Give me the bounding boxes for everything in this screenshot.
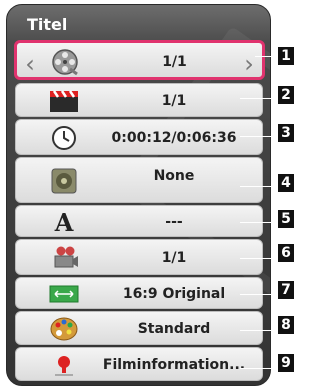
callout-line-2 <box>240 98 277 99</box>
time-value: 0:00:12/0:06:36 <box>111 130 237 146</box>
option-row-time[interactable]: 0:00:12/0:06:36 <box>15 119 263 155</box>
panel-title: Titel <box>27 15 68 34</box>
audio-value: None <box>153 168 195 184</box>
subtitle-value: --- <box>165 214 183 230</box>
callout-3: 3 <box>278 124 294 142</box>
callout-line-3 <box>240 136 277 137</box>
callout-line-8 <box>240 330 277 331</box>
callout-line-7 <box>240 294 277 295</box>
aspect-ratio-icon <box>46 282 82 306</box>
option-row-title[interactable]: ‹ 1/1 › <box>14 40 265 80</box>
subtitle-letter-icon: A <box>54 207 74 237</box>
chevron-left-icon[interactable]: ‹ <box>23 52 37 76</box>
chapter-value: 1/1 <box>161 93 187 109</box>
callout-4: 4 <box>278 174 294 192</box>
option-row-picture-mode[interactable]: Standard <box>15 311 263 345</box>
title-value: 1/1 <box>162 54 187 70</box>
callout-2: 2 <box>278 86 294 104</box>
aspect-ratio-value: 16:9 Original <box>122 286 226 302</box>
options-panel: Titel ‹ 1/1 › 1/1 0:00:12/0:06:36 None A… <box>6 4 271 386</box>
clapperboard-icon <box>46 87 82 115</box>
angle-value: 1/1 <box>161 250 187 266</box>
callout-line-1 <box>255 56 277 57</box>
speaker-icon <box>46 166 82 196</box>
option-row-subtitle[interactable]: A --- <box>15 205 263 237</box>
callout-7: 7 <box>278 281 294 299</box>
callout-9: 9 <box>278 354 294 372</box>
callout-6: 6 <box>278 244 294 262</box>
info-icon <box>46 351 82 379</box>
option-row-angle[interactable]: 1/1 <box>15 239 263 275</box>
film-reel-icon <box>47 47 83 77</box>
option-row-film-info[interactable]: Filminformation... <box>15 347 263 381</box>
callout-line-4 <box>240 186 277 187</box>
callout-line-9 <box>240 368 277 369</box>
clock-icon <box>46 124 82 152</box>
callout-8: 8 <box>278 316 294 334</box>
film-info-value: Filminformation... <box>102 357 246 373</box>
picture-mode-value: Standard <box>137 321 211 337</box>
option-row-chapter[interactable]: 1/1 <box>15 83 263 117</box>
callout-1: 1 <box>278 47 294 65</box>
camera-angle-icon <box>46 244 82 272</box>
palette-icon <box>46 315 82 343</box>
callout-line-6 <box>240 258 277 259</box>
callout-5: 5 <box>278 210 294 228</box>
callout-line-5 <box>240 222 277 223</box>
chevron-right-icon[interactable]: › <box>242 52 256 76</box>
option-row-audio[interactable]: None <box>15 157 263 203</box>
option-row-aspect-ratio[interactable]: 16:9 Original <box>15 277 263 309</box>
